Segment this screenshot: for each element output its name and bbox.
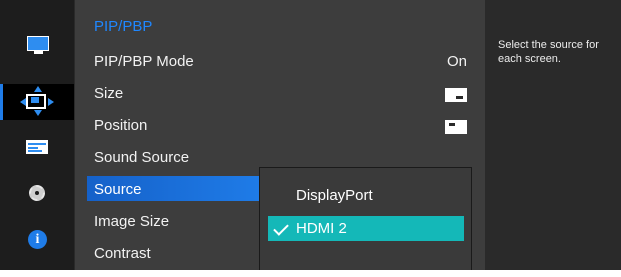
option-label: DisplayPort [296,187,373,204]
source-option-hdmi-2[interactable]: HDMI 2 [268,216,464,241]
source-option-displayport[interactable]: DisplayPort [268,183,464,208]
menu-item-label: Contrast [94,245,151,262]
menu-item-value: On [446,53,467,70]
menu-item-pip-pbp-mode[interactable]: PIP/PBP Mode On [75,46,485,76]
menu-item-label: Sound Source [94,149,190,166]
osd-window: i PIP/PBP PIP/PBP Mode On Size Position … [0,0,621,270]
sidebar-tab-pip-pbp[interactable] [0,84,74,120]
sidebar-tab-information[interactable]: i [0,222,74,258]
menu-item-label: Position [94,117,148,134]
option-label: HDMI 2 [296,220,347,237]
position-icon [445,120,467,134]
sidebar-tab-system[interactable] [0,129,74,165]
info-icon: i [26,230,48,250]
menu-item-label: PIP/PBP Mode [94,53,194,70]
menu-item-label: Source [94,181,142,198]
sidebar-tab-picture[interactable] [0,27,74,63]
menu-title: PIP/PBP [94,18,153,35]
sidebar: i [0,0,74,270]
help-panel: Select the source for each screen. [485,0,621,270]
help-text: Select the source for each screen. [498,39,599,65]
size-icon [445,88,467,102]
menu-item-position[interactable]: Position [75,110,485,140]
pip-pbp-icon [20,86,54,116]
menu-item-label: Size [94,85,124,102]
sidebar-tab-settings[interactable] [0,176,74,212]
gear-icon [26,184,48,204]
system-icon [26,137,48,157]
monitor-icon [26,35,49,55]
menu-item-label: Image Size [94,213,170,230]
source-submenu: DisplayPort HDMI 2 [259,167,472,270]
checkmark-icon [273,220,289,236]
menu-item-size[interactable]: Size [75,78,485,108]
